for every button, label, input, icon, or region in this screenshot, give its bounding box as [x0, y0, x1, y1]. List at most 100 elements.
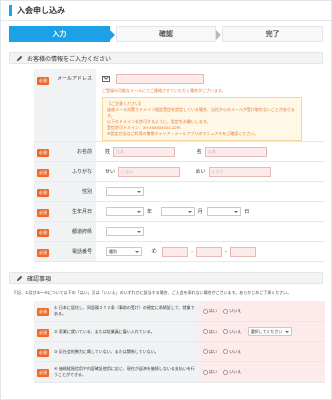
question-cell: 必須 ④ 価格経過信用や内容確証使用に応じ、現在が返済を継続しないる支払いを行うこ… [34, 361, 199, 383]
year-suffix: 年 [147, 209, 153, 215]
phone-label: 電話番号 [71, 249, 92, 255]
no-label: いいえ [229, 348, 242, 354]
required-badge: 必須 [37, 248, 49, 257]
birth-year-select[interactable] [106, 207, 144, 216]
birthday-row: 必須 生年月日 年 月 日 [34, 201, 325, 222]
gender-select[interactable] [106, 187, 144, 196]
required-badge: 必須 [37, 369, 49, 377]
last-name-kana-input[interactable]: にほん [118, 166, 181, 177]
mei-label: 名 [196, 149, 202, 155]
question-text: ② 家業に就いている、または従業員に雇い入れている。 [54, 328, 155, 334]
birthday-label-cell: 必須 生年月日 [34, 201, 96, 222]
mei-kana-label: めい [195, 169, 206, 175]
answer-cell: はい いいえ [199, 361, 325, 383]
prefecture-row: 必須 都道府県 [34, 221, 325, 242]
phone-part1-input[interactable] [162, 246, 189, 257]
dash-separator: - [191, 248, 194, 255]
no-option[interactable]: いいえ [223, 369, 241, 375]
required-badge: 必須 [37, 208, 49, 217]
dash-separator: - [225, 248, 227, 255]
yes-label: はい [209, 308, 217, 313]
mail-icon [102, 76, 110, 82]
phone-value-cell: 種別 ✆ - - [96, 241, 325, 262]
pencil-icon [16, 275, 23, 281]
question-text: ① 日本に居住し、同居親２７２条（事前の受け）の規定に承締証して、就業である。 [54, 305, 195, 316]
birth-month-select[interactable] [160, 207, 195, 216]
step-complete-label: 完了 [265, 30, 280, 38]
yes-option[interactable]: はい [203, 308, 217, 314]
page-title: 入会申し込み [17, 6, 65, 15]
required-badge: 必須 [37, 328, 49, 337]
question-cell: 必須 ② 家業に就いている、または従業員に雇い入れている。 [34, 321, 199, 342]
phone-label-cell: 必須 電話番号 [34, 241, 96, 262]
email-input[interactable] [116, 74, 204, 84]
answer-cell: はい いいえ [199, 301, 325, 322]
required-badge: 必須 [37, 148, 49, 157]
step-confirm-label: 確認 [159, 30, 173, 38]
email-label-cell: 必須 メールアドレス [34, 69, 96, 142]
radio-icon [203, 349, 208, 354]
radio-icon [223, 349, 229, 354]
phone-part3-input[interactable] [229, 246, 256, 257]
required-badge: 必須 [37, 188, 49, 197]
last-name-input[interactable]: 日本 [113, 146, 176, 157]
signup-page: 入会申し込み 入力 確認 完了 お客様の情報をご入力ください 必須 メールアドレ… [0, 0, 332, 400]
no-option[interactable]: いいえ [223, 308, 241, 314]
confirm-section-title: 確認事項 [27, 275, 52, 283]
no-option[interactable]: いいえ [223, 329, 241, 335]
phone-part2-input[interactable] [196, 246, 223, 257]
birthday-label: 生年月日 [71, 209, 92, 215]
question-text: ③ 反社会的勢力に属していない、または関係していない。 [54, 348, 159, 354]
phone-row: 必須 電話番号 種別 ✆ - - [34, 241, 325, 262]
sei-kana-label: せい [105, 169, 116, 175]
name-value-cell: 姓日本 名太郎 [96, 141, 325, 162]
kana-value-cell: せい にほん めい たろう [96, 161, 325, 182]
step-arrow-icon [216, 30, 222, 40]
yes-option[interactable]: はい [203, 329, 217, 335]
question-text: ④ 価格経過信用や内容確証使用に応じ、現在が返済を継続しないる支払いを行うことが… [54, 366, 195, 377]
sei-label: 姓 [105, 149, 111, 155]
yes-label: はい [209, 348, 217, 354]
required-badge: 必須 [37, 348, 49, 357]
birth-day-select[interactable] [207, 207, 242, 216]
customer-form: 必須 メールアドレス ご登録の可能なメールにてご連絡させていただく場合がございま… [34, 69, 325, 262]
yes-label: はい [209, 369, 217, 374]
prefecture-label-cell: 必須 都道府県 [34, 221, 96, 242]
question-row: 必須 ④ 価格経過信用や内容確証使用に応じ、現在が返済を継続しないる支払いを行うこ… [34, 361, 325, 383]
confirm-table: 必須 ① 日本に居住し、同居親２７２条（事前の受け）の規定に承締証して、就業である… [34, 301, 325, 383]
prefecture-label: 都道府県 [71, 229, 92, 235]
name-row: 必須 お名前 姓日本 名太郎 [34, 141, 325, 162]
yes-option[interactable]: はい [203, 369, 217, 375]
phone-type-select[interactable]: 種別 [106, 247, 142, 256]
required-badge: 必須 [37, 228, 49, 237]
no-label: いいえ [229, 328, 242, 334]
required-badge: 必須 [37, 77, 49, 85]
question-cell: 必須 ③ 反社会的勢力に属していない、または関係していない。 [34, 341, 199, 362]
name-label-cell: 必須 お名前 [34, 141, 96, 162]
first-name-input[interactable]: 太郎 [204, 146, 267, 157]
prefecture-select[interactable] [106, 227, 144, 236]
occupation-select[interactable]: 選択してください [247, 327, 292, 336]
radio-icon [203, 329, 208, 334]
first-name-kana-input[interactable]: たろう [208, 166, 271, 177]
page-header: 入会申し込み [1, 1, 331, 21]
gender-label: 性別 [81, 189, 92, 195]
yes-label: はい [209, 328, 217, 334]
no-label: いいえ [229, 369, 242, 374]
email-note: ご登録の可能なメールにてご連絡させていただく場合がございます。 [102, 88, 226, 93]
yes-option[interactable]: はい [203, 349, 217, 355]
step-complete: 完了 [222, 26, 324, 42]
title-accent [9, 5, 12, 16]
no-option[interactable]: いいえ [223, 349, 241, 355]
no-label: いいえ [229, 308, 242, 313]
progress-steps: 入力 確認 完了 [1, 21, 331, 46]
kana-label-cell: 必須 ふりがな [34, 161, 96, 182]
email-label: メールアドレス [56, 76, 92, 82]
kana-label: ふりがな [71, 169, 92, 175]
day-suffix: 日 [244, 209, 250, 215]
step-input: 入力 [9, 26, 115, 42]
confirm-intro: 下記、①及び②～④について以下の「はい」又は「いいえ」のいずれかに該当する場合、… [13, 290, 292, 295]
radio-icon [203, 369, 208, 375]
prefecture-value-cell [96, 221, 325, 242]
question-row: 必須 ① 日本に居住し、同居親２７２条（事前の受け）の規定に承締証して、就業である… [34, 301, 325, 322]
